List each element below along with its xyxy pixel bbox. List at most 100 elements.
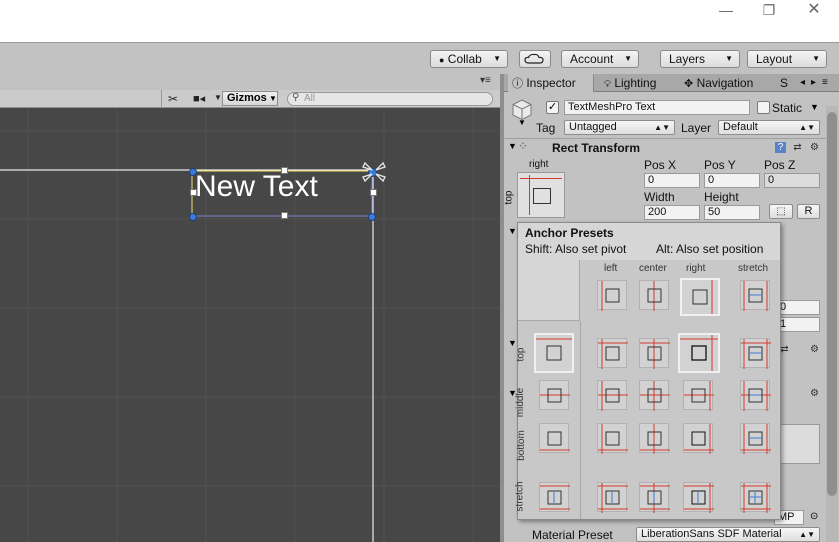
tab-inspector[interactable]: ⓘ Inspector [508, 74, 594, 92]
edge-handle[interactable] [281, 212, 288, 219]
gear-icon[interactable]: ⚙ [809, 344, 820, 355]
close-icon[interactable]: ✕ [803, 2, 825, 20]
chevron-left-icon[interactable]: ◂ [800, 74, 805, 92]
tab-lighting[interactable]: 💡︎ Lighting [604, 74, 656, 92]
account-dropdown[interactable]: Account ▼ [561, 50, 639, 68]
chevron-down-icon: ▲▼ [654, 123, 670, 132]
tools-icon[interactable]: ✂ [168, 92, 178, 106]
preset-stretch-bottom[interactable] [740, 423, 771, 454]
tag-value: Untagged [569, 121, 617, 133]
search-icon: ⚲ [292, 92, 300, 103]
cloud-icon [524, 53, 544, 64]
scene-text-object[interactable]: New Text [195, 170, 318, 204]
pos-x-input[interactable]: 0 [644, 173, 700, 188]
preset-stretch-none[interactable] [740, 280, 770, 311]
preset-none-middle[interactable] [539, 380, 570, 410]
preset-left-middle[interactable] [597, 380, 628, 411]
minimize-icon[interactable]: — [715, 2, 737, 20]
tag-dropdown[interactable]: Untagged ▲▼ [564, 120, 675, 135]
preset-right-bottom[interactable] [683, 423, 714, 454]
chevron-down-icon[interactable]: ▼ [214, 93, 222, 102]
anchor-gizmo-icon[interactable] [360, 158, 388, 186]
chevron-down-icon[interactable]: ▼ [810, 102, 819, 112]
tab-navigation[interactable]: ✥ Navigation [684, 74, 753, 92]
blueprint-mode-button[interactable]: ⬚ [769, 204, 793, 219]
edge-handle[interactable] [190, 189, 197, 196]
panel-menu-icon[interactable]: ▾≡ [480, 75, 491, 86]
layout-dropdown[interactable]: Layout ▼ [747, 50, 827, 68]
layers-label: Layers [669, 52, 706, 66]
gear-icon[interactable]: ⚙ [809, 388, 820, 399]
preset-left-stretch[interactable] [597, 482, 628, 513]
scene-view[interactable]: New Text [0, 108, 500, 542]
scrollbar-thumb[interactable] [827, 112, 837, 496]
grid-corner [518, 260, 580, 321]
active-checkbox[interactable]: ✓ [546, 101, 559, 114]
tab-label: S [780, 76, 789, 90]
preset-center-top[interactable] [639, 338, 670, 369]
layers-dropdown[interactable]: Layers ▼ [660, 50, 740, 68]
preset-center-middle[interactable] [639, 380, 670, 411]
chevron-down-icon: ▼ [725, 54, 733, 63]
preset-right-none[interactable] [680, 278, 720, 316]
edge-handle[interactable] [370, 189, 377, 196]
camera-icon[interactable]: ■◂ [193, 92, 205, 105]
collab-button[interactable]: ● Collab ▼ [430, 50, 508, 68]
pos-y-input[interactable]: 0 [704, 173, 760, 188]
chevron-down-icon: ▼ [269, 94, 277, 103]
rect-transform-header[interactable]: ▼ ⁘ Rect Transform ? ⇄ ⚙ [504, 138, 826, 155]
pos-x-label: Pos X [644, 158, 677, 172]
object-name-input[interactable]: TextMeshPro Text [564, 100, 750, 115]
gear-icon[interactable]: ⚙ [809, 142, 820, 153]
tab-s[interactable]: S [780, 74, 788, 92]
chevron-down-icon[interactable]: ▼ [518, 118, 526, 127]
chevron-right-icon[interactable]: ▸ [811, 74, 816, 92]
preset-none-bottom[interactable] [539, 423, 570, 453]
row-label-bottom: bottom [515, 430, 527, 461]
pos-z-input[interactable]: 0 [764, 173, 820, 188]
preset-center-stretch[interactable] [639, 482, 670, 513]
anchor-preset-button[interactable] [517, 172, 565, 218]
edge-handle[interactable] [281, 167, 288, 174]
anchor-max-input[interactable]: 1 [776, 317, 820, 332]
anchor-line [520, 178, 562, 179]
cloud-button[interactable] [519, 50, 551, 68]
help-icon[interactable]: ? [775, 142, 786, 153]
window-titlebar: — ❐ ✕ [0, 0, 839, 42]
preset-none-top[interactable] [534, 333, 574, 373]
chevron-down-icon: ▼ [812, 54, 820, 63]
grid-divider [580, 321, 581, 519]
preset-icon[interactable]: ⇄ [792, 142, 803, 153]
preset-left-none[interactable] [597, 280, 627, 311]
anchor-horizontal-label: right [529, 159, 549, 170]
preset-stretch-top[interactable] [740, 338, 771, 369]
preset-center-none[interactable] [639, 280, 669, 311]
raw-edit-button[interactable]: R [797, 204, 820, 219]
width-input[interactable]: 200 [644, 205, 700, 220]
object-picker-icon[interactable]: ⊙ [810, 511, 818, 522]
preset-stretch-middle[interactable] [740, 380, 771, 411]
preset-left-bottom[interactable] [597, 423, 628, 454]
scene-search-input[interactable]: ⚲ All [287, 92, 493, 106]
corner-handle[interactable] [368, 213, 376, 221]
chevron-down-icon: ▲▼ [799, 530, 815, 539]
layer-dropdown[interactable]: Default ▲▼ [718, 120, 820, 135]
preset-right-top[interactable] [678, 333, 720, 373]
preset-stretch-stretch[interactable] [740, 482, 771, 513]
preset-none-stretch[interactable] [539, 482, 570, 512]
preset-center-bottom[interactable] [639, 423, 670, 454]
corner-handle[interactable] [189, 168, 197, 176]
height-input[interactable]: 50 [704, 205, 760, 220]
corner-handle[interactable] [189, 213, 197, 221]
preset-right-middle[interactable] [683, 380, 714, 411]
maximize-icon[interactable]: ❐ [758, 2, 780, 20]
gizmos-dropdown[interactable]: Gizmos ▼ [222, 91, 278, 106]
material-preset-dropdown[interactable]: LiberationSans SDF Material ▲▼ [636, 527, 820, 542]
preset-right-stretch[interactable] [683, 482, 714, 513]
foldout-arrow-icon[interactable]: ▼ [508, 226, 517, 236]
static-checkbox[interactable] [757, 101, 770, 114]
anchor-min-input[interactable]: 0 [776, 300, 820, 315]
panel-menu-icon[interactable]: ≡ [822, 74, 828, 92]
preset-left-top[interactable] [597, 338, 628, 369]
inspector-scrollbar[interactable] [826, 106, 838, 542]
